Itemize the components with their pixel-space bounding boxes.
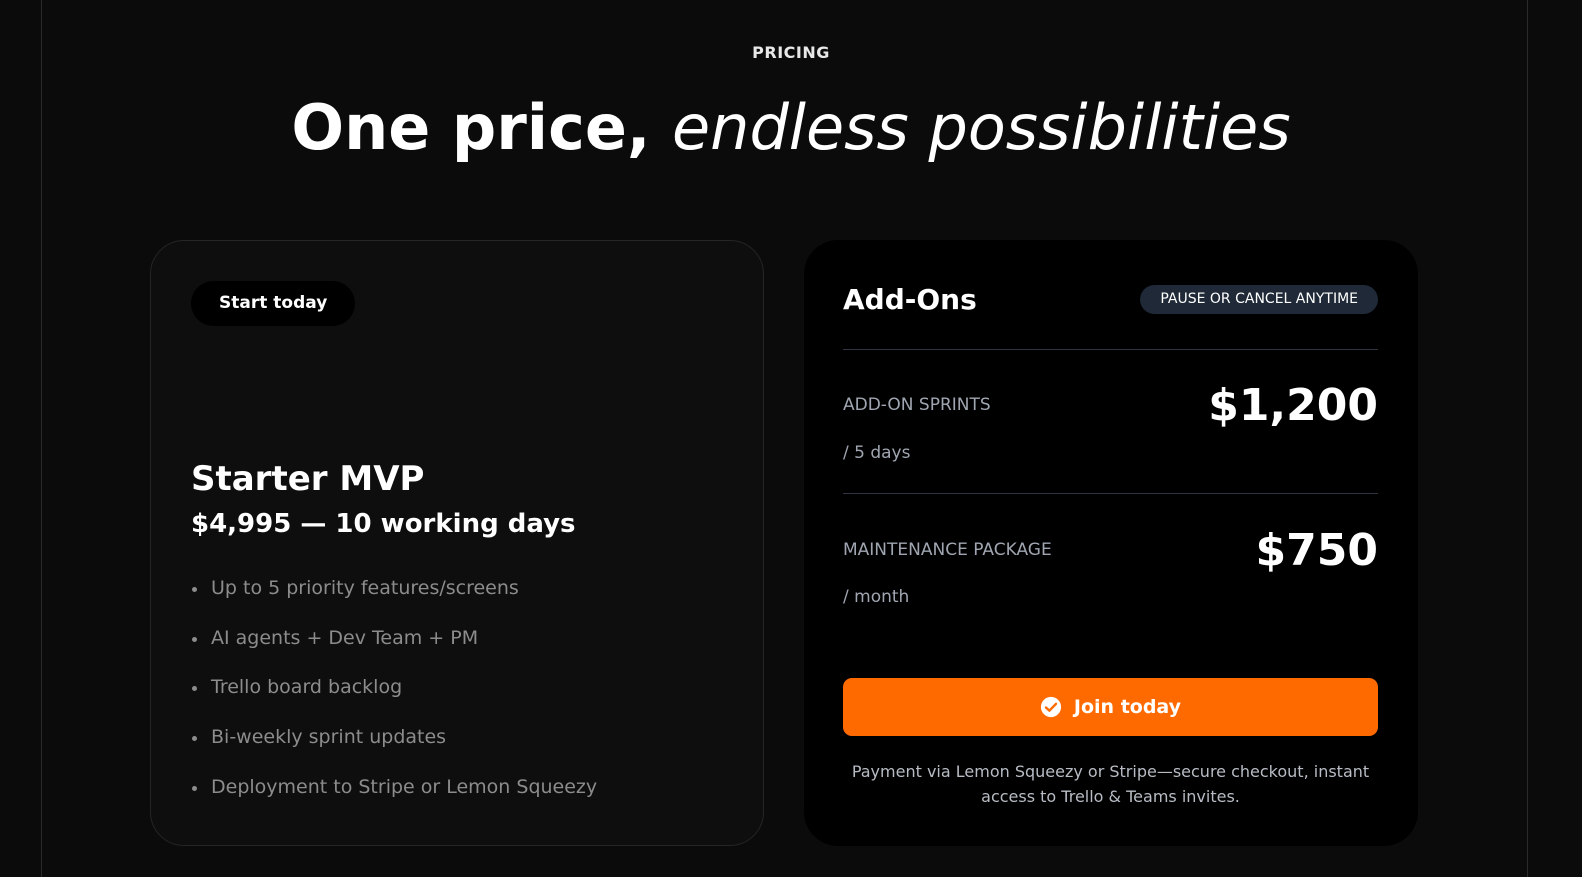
feature-text: AI agents + Dev Team + PM xyxy=(211,626,479,649)
payment-footnote: Payment via Lemon Squeezy or Stripe—secu… xyxy=(851,762,1370,806)
start-today-pill: Start today xyxy=(191,281,356,326)
bullet-icon xyxy=(192,785,197,791)
divider xyxy=(843,349,1378,350)
bullet-icon xyxy=(192,587,197,592)
list-item: Up to 5 priority features/screens xyxy=(191,577,597,627)
cancel-anytime-badge: PAUSE OR CANCEL ANYTIME xyxy=(1140,285,1378,314)
maintenance-price: $750 xyxy=(1255,525,1378,576)
addon-sprints-label: ADD-ON SPRINTS xyxy=(843,395,991,415)
addons-card: Add-Ons PAUSE OR CANCEL ANYTIME ADD-ON S… xyxy=(804,240,1418,846)
feature-text: Deployment to Stripe or Lemon Squeezy xyxy=(211,775,598,798)
list-item: Deployment to Stripe or Lemon Squeezy xyxy=(191,776,597,826)
feature-list: Up to 5 priority features/screens AI age… xyxy=(191,577,597,825)
join-today-label: Join today xyxy=(1073,696,1182,718)
check-circle-icon xyxy=(1040,696,1062,718)
starter-plan-card: Start today Starter MVP $4,995 — 10 work… xyxy=(150,240,764,846)
list-item: Bi-weekly sprint updates xyxy=(191,726,597,776)
bullet-icon xyxy=(192,636,197,642)
maintenance-unit: / month xyxy=(843,587,910,607)
bullet-icon xyxy=(192,686,197,692)
bullet-icon xyxy=(192,736,197,742)
plan-title: Starter MVP xyxy=(191,459,425,499)
addons-title: Add-Ons xyxy=(843,283,977,316)
headline-strong: One price, xyxy=(291,91,651,164)
feature-text: Trello board backlog xyxy=(211,676,403,699)
divider xyxy=(843,493,1378,494)
feature-text: Up to 5 priority features/screens xyxy=(211,577,519,599)
page-title: One price, endless possibilities xyxy=(0,88,1582,168)
list-item: AI agents + Dev Team + PM xyxy=(191,627,597,677)
addon-sprints-price: $1,200 xyxy=(1208,380,1378,431)
headline-italic: endless possibilities xyxy=(672,91,1291,164)
feature-text: Bi-weekly sprint updates xyxy=(211,726,447,749)
addon-sprints-unit: / 5 days xyxy=(843,443,911,463)
list-item: Trello board backlog xyxy=(191,676,597,726)
section-eyebrow: PRICING xyxy=(752,43,830,62)
plan-price: $4,995 — 10 working days xyxy=(191,509,576,539)
maintenance-label: MAINTENANCE PACKAGE xyxy=(843,540,1052,560)
join-today-button[interactable]: Join today xyxy=(843,678,1378,736)
